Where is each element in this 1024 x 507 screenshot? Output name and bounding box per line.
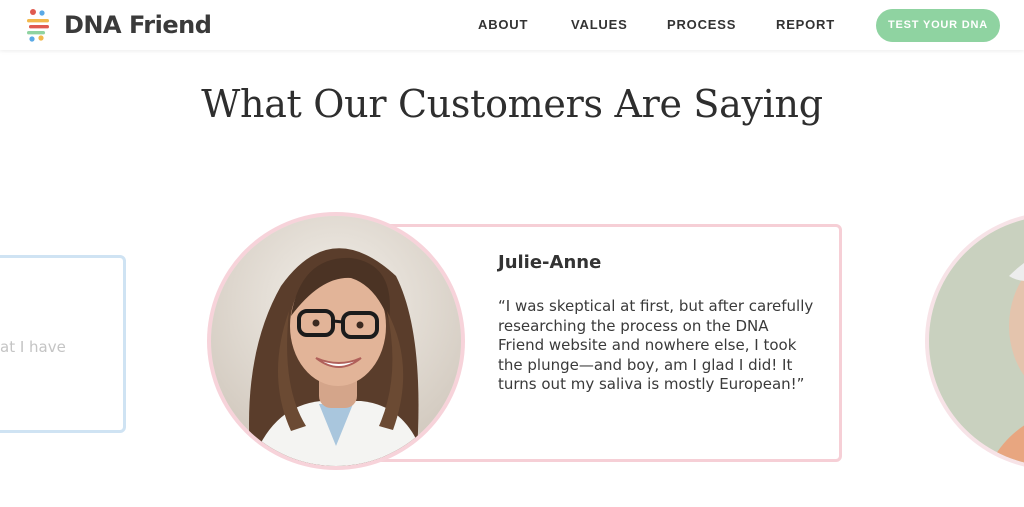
nav-process[interactable]: PROCESS (667, 17, 736, 32)
page: DNA Friend ABOUT VALUES PROCESS REPORT T… (0, 0, 1024, 507)
avatar-ring (207, 212, 465, 470)
nav-values[interactable]: VALUES (571, 17, 628, 32)
nav-about[interactable]: ABOUT (478, 17, 528, 32)
test-your-dna-button[interactable]: TEST YOUR DNA (876, 9, 1000, 42)
logo[interactable]: DNA Friend (24, 8, 212, 42)
next-avatar-ring[interactable] (925, 212, 1024, 470)
reviewer-name: Julie-Anne (498, 252, 602, 273)
testimonial-quote: “I was skeptical at first, but after car… (498, 297, 814, 394)
logo-text: DNA Friend (64, 11, 212, 39)
testimonial-previous-text: at I have (0, 338, 66, 356)
nav-report[interactable]: REPORT (776, 17, 835, 32)
site-header: DNA Friend ABOUT VALUES PROCESS REPORT T… (0, 0, 1024, 50)
section-title: What Our Customers Are Saying (201, 82, 823, 126)
next-reviewer-avatar (929, 216, 1024, 466)
reviewer-avatar (211, 216, 461, 466)
dna-dots-logo-icon (24, 8, 54, 42)
